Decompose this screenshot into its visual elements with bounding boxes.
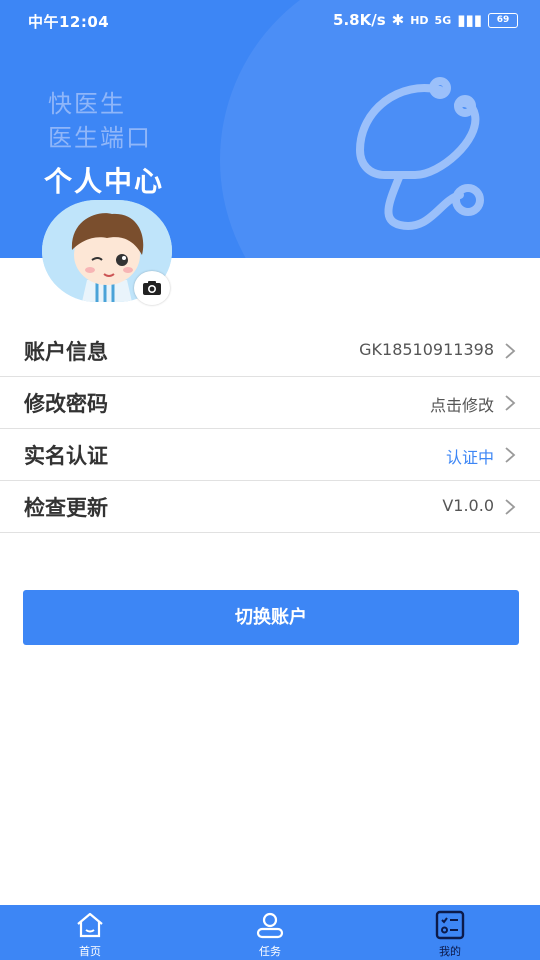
chevron-right-icon xyxy=(505,343,516,359)
row-label: 账户信息 xyxy=(24,340,108,364)
chevron-right-icon xyxy=(505,395,516,411)
home-icon xyxy=(77,912,103,938)
stethoscope-icon xyxy=(355,77,484,230)
bottom-tab-bar: 首页 任务 我的 xyxy=(0,905,540,960)
account-info-row[interactable]: 账户信息 GK18510911398 xyxy=(0,325,540,377)
check-update-row[interactable]: 检查更新 V1.0.0 xyxy=(0,481,540,533)
signal-icon: ▮▮▮ xyxy=(457,11,482,29)
real-name-verification-row[interactable]: 实名认证 认证中 xyxy=(0,429,540,481)
brand-subtitle: 医生端口 xyxy=(48,124,152,152)
status-bar: 中午12:04 5.8K/s ✱ HD 5G ▮▮▮ 69 xyxy=(0,0,540,40)
row-label: 检查更新 xyxy=(24,496,108,520)
tab-tasks[interactable]: 任务 xyxy=(180,905,360,960)
tab-home[interactable]: 首页 xyxy=(0,905,180,960)
settings-list: 账户信息 GK18510911398 修改密码 点击修改 实名认证 认证中 检查… xyxy=(0,325,540,533)
verification-status: 认证中 xyxy=(445,448,494,467)
account-number: GK18510911398 xyxy=(359,340,494,359)
page-title: 个人中心 xyxy=(44,165,165,198)
row-label: 修改密码 xyxy=(24,392,108,416)
camera-icon xyxy=(143,281,161,295)
camera-button[interactable] xyxy=(134,271,170,305)
network-speed: 5.8K/s xyxy=(333,11,386,29)
bluetooth-icon: ✱ xyxy=(391,11,405,29)
tab-label: 我的 xyxy=(439,945,461,958)
switch-account-button[interactable]: 切换账户 xyxy=(23,590,519,645)
status-indicators: 5.8K/s ✱ HD 5G ▮▮▮ 69 xyxy=(333,11,518,29)
row-value: 点击修改 xyxy=(429,396,494,415)
app-version: V1.0.0 xyxy=(442,496,494,515)
status-time: 中午12:04 xyxy=(28,13,110,31)
chevron-right-icon xyxy=(505,499,516,515)
brand-name: 快医生 xyxy=(48,90,126,118)
change-password-row[interactable]: 修改密码 点击修改 xyxy=(0,377,540,429)
chevron-right-icon xyxy=(505,447,516,463)
tab-label: 首页 xyxy=(79,945,101,958)
battery-icon: 69 xyxy=(488,12,518,28)
tab-label: 任务 xyxy=(259,945,281,958)
user-icon xyxy=(256,912,284,939)
hd-badge: HD xyxy=(410,13,429,27)
tab-mine[interactable]: 我的 xyxy=(360,905,540,960)
checklist-icon xyxy=(435,910,465,940)
row-label: 实名认证 xyxy=(24,444,108,468)
signal-5g: 5G xyxy=(434,13,452,27)
